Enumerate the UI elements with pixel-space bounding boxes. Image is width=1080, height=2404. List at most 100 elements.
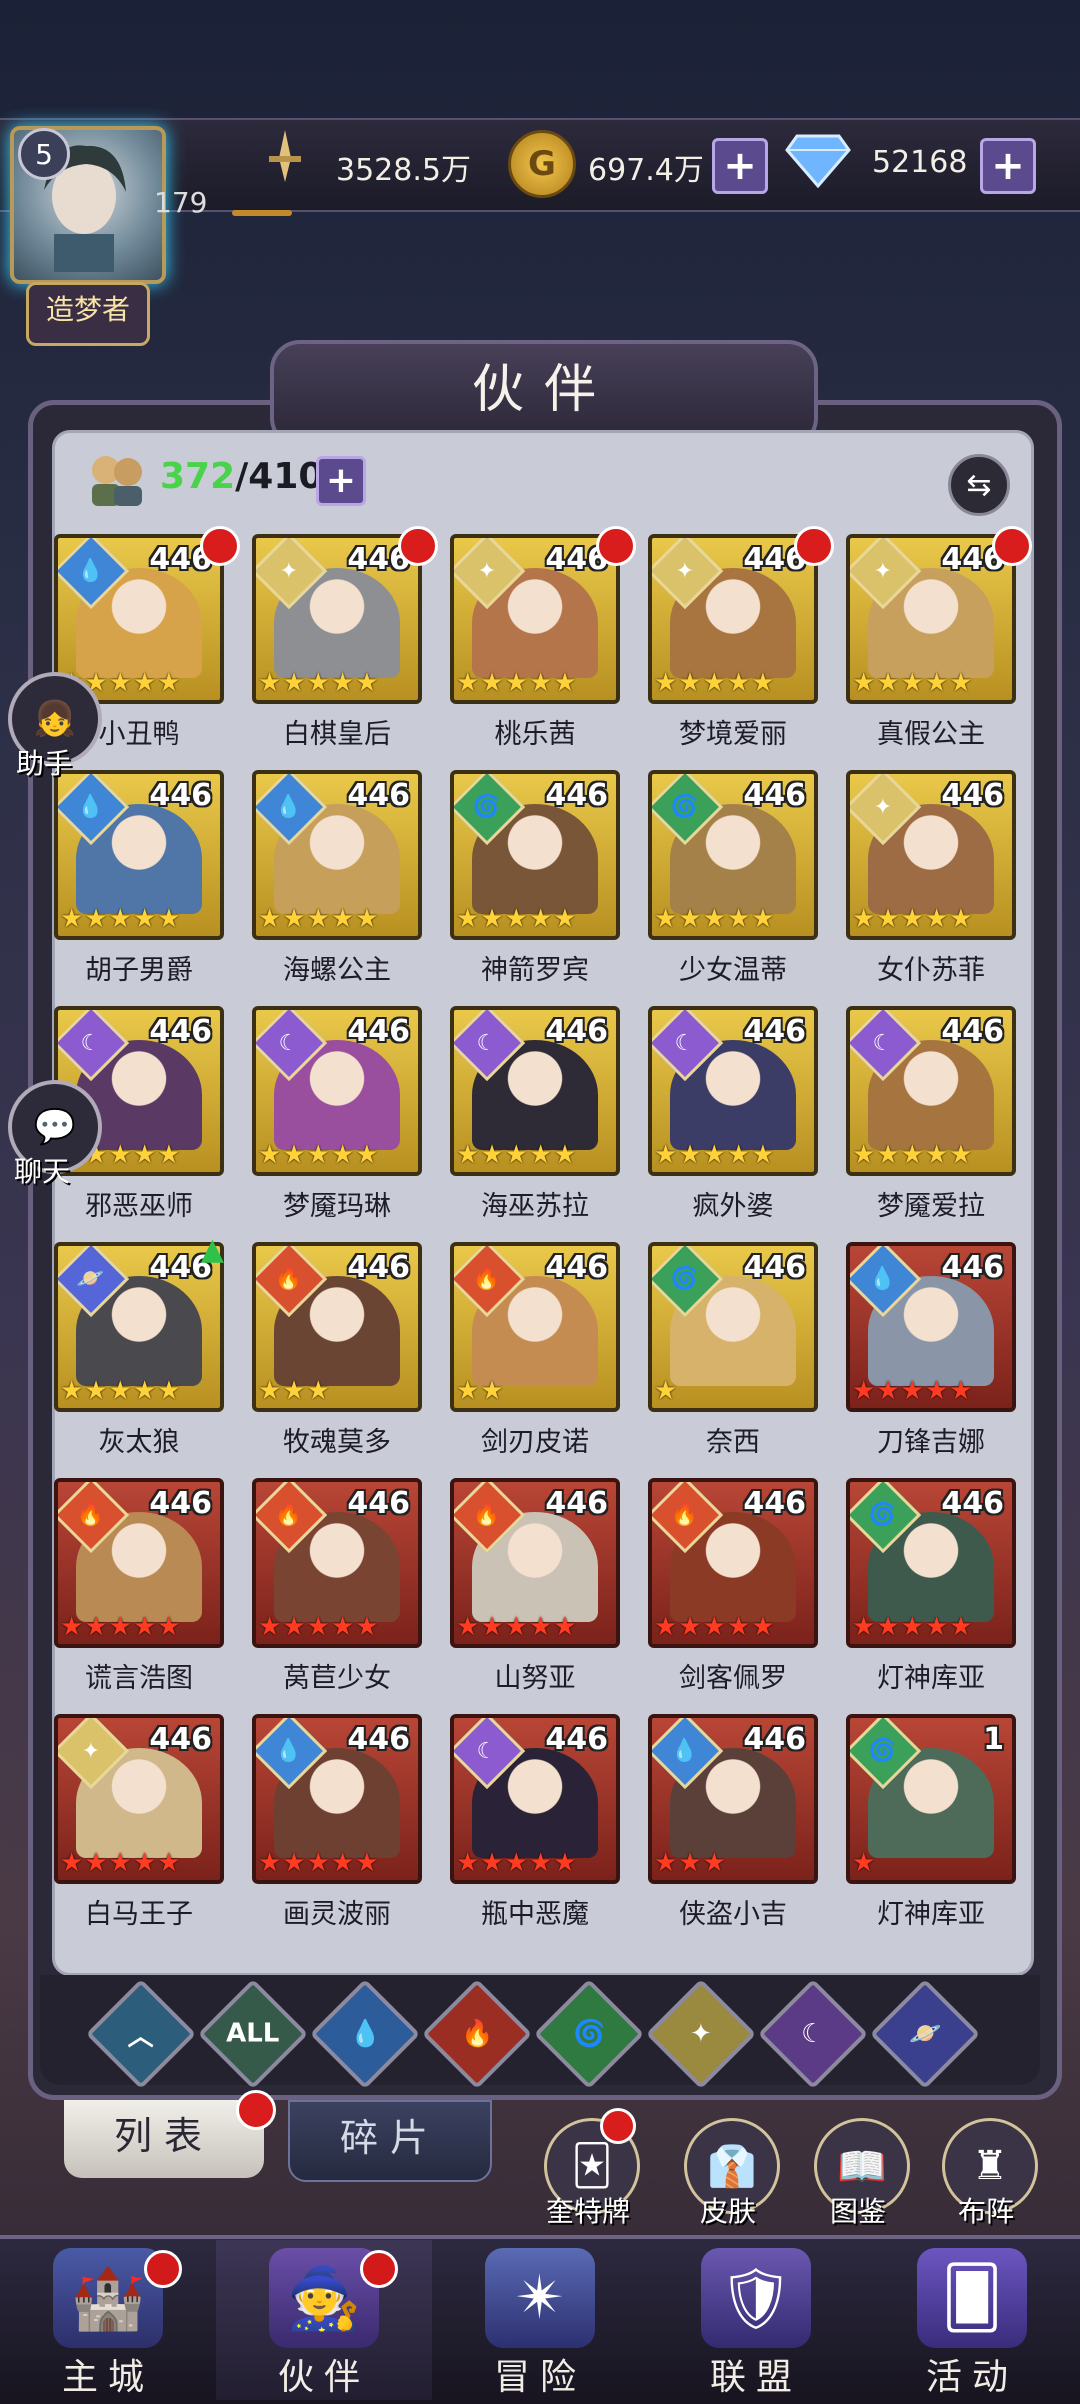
hero-stars: ★★★★★	[456, 1614, 577, 1640]
star-icon: ★	[504, 1848, 528, 1878]
hero-card-frame: 💧446★★★★★	[846, 1242, 1016, 1412]
formation-label: 布阵	[957, 2195, 1014, 2228]
star-icon: ★	[282, 1612, 306, 1642]
star-icon: ★	[504, 1140, 528, 1170]
nav-adventure[interactable]: ✴ 冒险	[432, 2240, 648, 2400]
star-icon: ★	[852, 1376, 876, 1406]
star-icon: ★	[900, 1376, 924, 1406]
hero-level: 446	[347, 778, 410, 813]
star-icon: ★	[924, 904, 949, 934]
expand-capacity-button[interactable]: +	[316, 456, 366, 506]
hero-stars: ★★★★★	[60, 1378, 181, 1404]
filter-wind-icon: 🌀	[572, 2019, 606, 2049]
hero-card-frame: ☾446★★★★★	[846, 1006, 1016, 1176]
nav-main-city[interactable]: 🏰 主城	[0, 2240, 216, 2400]
tab-list-label: 列表	[113, 2114, 214, 2158]
hero-name: 灯神库亚	[877, 1663, 985, 1694]
hero-notification-badge	[398, 526, 438, 566]
assistant-icon: 👧	[33, 699, 77, 739]
star-icon: ★	[852, 1140, 876, 1170]
star-icon: ★	[330, 904, 355, 934]
star-icon: ★	[553, 668, 577, 698]
star-icon: ★	[678, 1612, 702, 1642]
star-icon: ★	[678, 1848, 702, 1878]
hero-stars: ★★★★★	[60, 906, 181, 932]
hero-stars: ★★★★★	[654, 1142, 775, 1168]
nav-companions-badge	[360, 2250, 398, 2288]
star-icon: ★	[282, 1376, 306, 1406]
hero-stars: ★★★★★	[258, 1850, 379, 1876]
star-icon: ★	[330, 1612, 355, 1642]
star-icon: ★	[702, 668, 726, 698]
star-icon: ★	[924, 1376, 949, 1406]
filter-all-types-icon: ︿	[127, 2021, 155, 2052]
hero-name: 白马王子	[85, 1899, 193, 1930]
hero-name: 灰太狼	[98, 1427, 180, 1458]
hero-level: 446	[743, 778, 806, 813]
star-icon: ★	[553, 1848, 577, 1878]
star-icon: ★	[678, 1140, 702, 1170]
star-icon: ★	[480, 668, 504, 698]
nav-companions[interactable]: 🧙 伙伴	[216, 2240, 432, 2400]
star-icon: ★	[480, 1376, 504, 1406]
star-icon: ★	[949, 1140, 973, 1170]
hero-stars: ★★★★★	[852, 670, 973, 696]
assistant-label: 助手	[16, 747, 73, 780]
hero-card-frame: ✦ 446 ★ ★ ★ ★ ★	[846, 534, 1016, 704]
hero-stars: ★★★★★	[654, 906, 775, 932]
hero-name: 梦魇爱拉	[877, 1191, 985, 1222]
star-icon: ★	[949, 668, 973, 698]
player-title-badge[interactable]: 造梦者	[26, 282, 150, 346]
gold-value: 697.4万	[588, 153, 704, 188]
star-icon: ★	[60, 1612, 84, 1642]
companions-icon	[82, 450, 152, 508]
star-icon: ★	[726, 1140, 751, 1170]
add-diamond-button[interactable]: +	[980, 138, 1036, 194]
star-icon: ★	[480, 904, 504, 934]
star-icon: ★	[60, 1376, 84, 1406]
star-icon: ★	[456, 1376, 480, 1406]
star-icon: ★	[132, 1848, 157, 1878]
hero-level: 446	[149, 1722, 212, 1757]
star-icon: ★	[553, 904, 577, 934]
star-icon: ★	[60, 904, 84, 934]
hero-card-frame: 💧446★★★★★	[252, 770, 422, 940]
hero-level: 446	[149, 1486, 212, 1521]
hero-name: 神箭罗宾	[481, 955, 589, 986]
hero-level: 446	[743, 1722, 806, 1757]
add-gold-button[interactable]: +	[712, 138, 768, 194]
star-icon: ★	[924, 1612, 949, 1642]
hero-stars: ★★★★★	[852, 1142, 973, 1168]
nav-companions-label: 伙伴	[277, 2357, 370, 2398]
star-icon: ★	[282, 668, 306, 698]
hero-notification-badge	[992, 526, 1032, 566]
hero-level: 446	[545, 1014, 608, 1049]
star-icon: ★	[876, 904, 900, 934]
hero-name: 剑刃皮诺	[481, 1427, 589, 1458]
star-icon: ★	[355, 1140, 379, 1170]
hero-level: 446	[347, 1250, 410, 1285]
filter-dark-icon: ☾	[801, 2019, 825, 2049]
star-icon: ★	[553, 1612, 577, 1642]
star-icon: ★	[84, 1612, 108, 1642]
filter-light-icon: ✦	[690, 2018, 712, 2049]
swap-sort-icon[interactable]: ⇆	[948, 454, 1010, 516]
chess-icon: ♜	[972, 2143, 1008, 2189]
card-icon: 🃏	[571, 2143, 613, 2189]
tab-list[interactable]: 列表	[64, 2100, 264, 2178]
hero-name: 谎言浩图	[85, 1663, 193, 1694]
nav-alliance[interactable]: 🛡 联盟	[648, 2240, 864, 2400]
star-icon: ★	[108, 1140, 132, 1170]
star-icon: ★	[108, 1376, 132, 1406]
nav-adventure-label: 冒险	[493, 2357, 586, 2398]
star-icon: ★	[258, 1376, 282, 1406]
upgrade-arrow-icon: ▲	[200, 1232, 224, 1267]
hero-level: 446	[941, 778, 1004, 813]
star-icon: ★	[355, 1848, 379, 1878]
hero-card-frame: 🌀 1 ★	[846, 1714, 1016, 1884]
star-icon: ★	[456, 904, 480, 934]
tab-shards[interactable]: 碎片	[288, 2100, 492, 2182]
star-icon: ★	[654, 904, 678, 934]
star-icon: ★	[949, 904, 973, 934]
nav-events[interactable]: 🂠 活动	[864, 2240, 1080, 2400]
